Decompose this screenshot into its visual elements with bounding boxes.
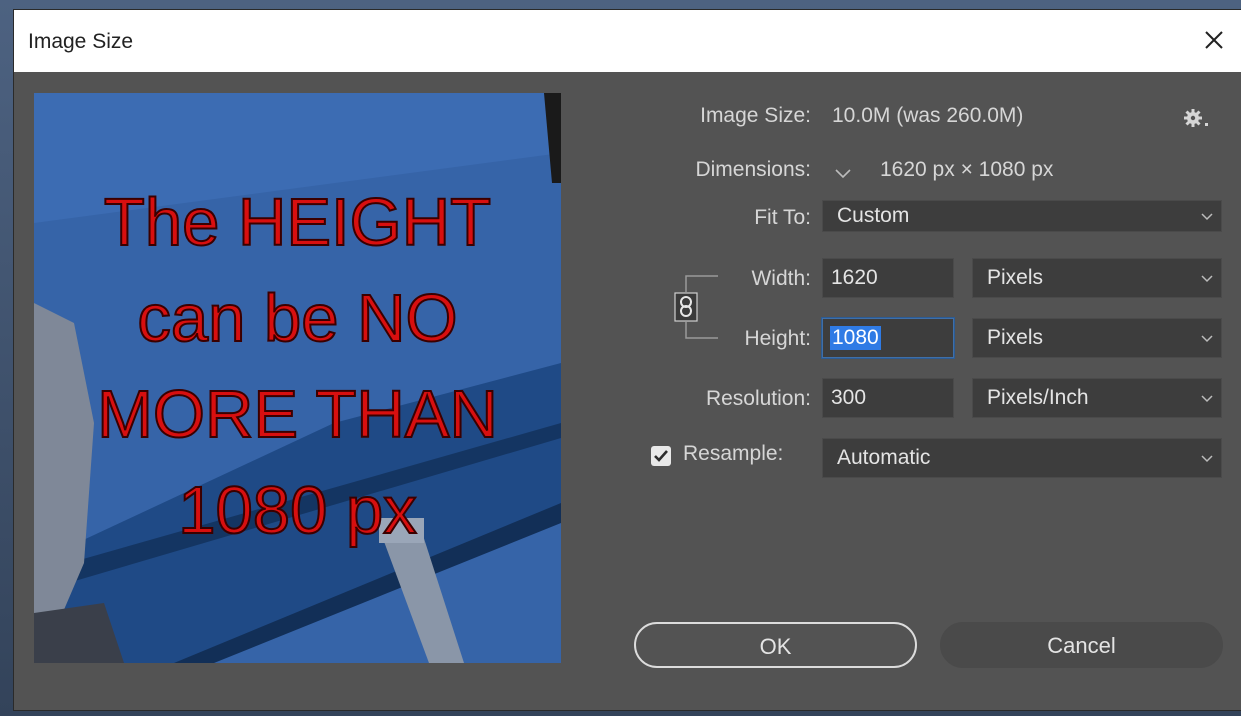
preview-overlay-text: The HEIGHT can be NO MORE THAN 1080 px — [34, 175, 561, 559]
dimensions-value: 1620 px × 1080 px — [880, 158, 1054, 181]
ok-button[interactable]: OK — [634, 622, 917, 668]
chevron-down-icon — [1201, 455, 1213, 463]
dimensions-label: Dimensions: — [695, 158, 811, 181]
resolution-value: 300 — [831, 386, 867, 409]
resample-select[interactable]: Automatic — [822, 438, 1222, 478]
chevron-down-icon — [1201, 213, 1213, 221]
image-size-dialog: Image Size The HEIGHT can be NO MORE THA… — [14, 10, 1241, 710]
width-value: 1620 — [831, 266, 878, 289]
height-unit-select[interactable]: Pixels — [972, 318, 1222, 358]
width-input[interactable]: 1620 — [822, 258, 954, 298]
title-bar: Image Size — [14, 10, 1241, 72]
image-size-label: Image Size: — [700, 104, 811, 127]
resample-value: Automatic — [837, 446, 931, 469]
preview-text-line: 1080 px — [177, 472, 417, 549]
close-icon[interactable] — [1197, 23, 1231, 57]
resolution-unit-value: Pixels/Inch — [987, 386, 1089, 409]
preview-text-line: can be NO — [136, 280, 458, 357]
link-icon[interactable] — [674, 292, 698, 322]
image-preview[interactable]: The HEIGHT can be NO MORE THAN 1080 px — [34, 93, 561, 663]
height-value: 1080 — [830, 326, 881, 350]
image-size-value: 10.0M (was 260.0M) — [832, 104, 1024, 127]
chevron-down-icon[interactable] — [832, 162, 854, 184]
cancel-button[interactable]: Cancel — [940, 622, 1223, 668]
chevron-down-icon — [1201, 335, 1213, 343]
preview-text-line: The HEIGHT — [103, 184, 492, 261]
height-label: Height: — [744, 327, 811, 350]
dialog-title: Image Size — [28, 30, 134, 53]
width-label: Width: — [751, 267, 811, 290]
width-unit-value: Pixels — [987, 266, 1044, 289]
resolution-input[interactable]: 300 — [822, 378, 954, 418]
fit-to-select[interactable]: Custom — [822, 200, 1222, 232]
height-unit-value: Pixels — [987, 326, 1044, 349]
resample-label: Resample: — [683, 442, 784, 465]
gear-icon[interactable] — [1180, 106, 1214, 130]
checkmark-icon — [654, 450, 668, 462]
resample-checkbox[interactable] — [651, 446, 671, 466]
chevron-down-icon — [1201, 275, 1213, 283]
fit-to-value: Custom — [837, 204, 910, 227]
fit-to-label: Fit To: — [754, 206, 811, 229]
resolution-unit-select[interactable]: Pixels/Inch — [972, 378, 1222, 418]
width-unit-select[interactable]: Pixels — [972, 258, 1222, 298]
preview-text-line: MORE THAN — [96, 376, 499, 453]
chevron-down-icon — [1201, 395, 1213, 403]
resolution-label: Resolution: — [705, 387, 811, 410]
height-input[interactable]: 1080 — [822, 318, 954, 358]
